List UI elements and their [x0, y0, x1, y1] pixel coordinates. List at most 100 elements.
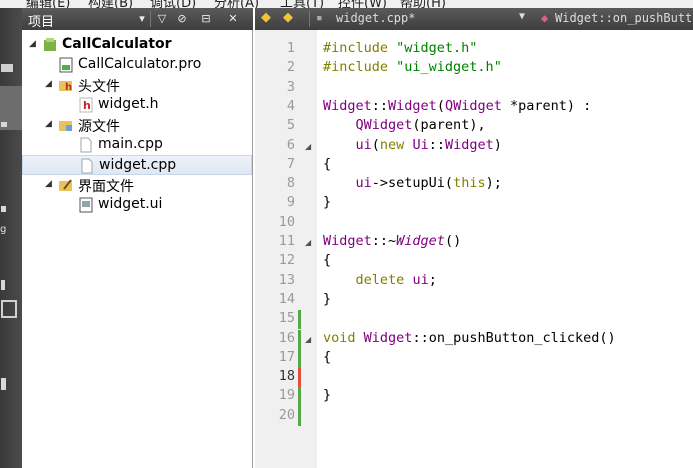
code-line[interactable]: delete ui; [323, 272, 437, 291]
source-folder-icon [58, 117, 74, 133]
line-number: 20 [278, 406, 295, 423]
mode-output[interactable] [0, 360, 22, 404]
project-panel: 项目 ▾ ▽ ⊘ ⊟ ✕ ◢ CallCalculator CallCalculat… [22, 8, 253, 468]
menu-item[interactable]: 构建(B) [88, 0, 133, 8]
tree-item[interactable]: CallCalculator.pro [22, 55, 252, 75]
code-line[interactable]: { [323, 252, 331, 271]
code-line[interactable]: QWidget(parent), [323, 117, 486, 136]
change-marker [298, 368, 301, 388]
line-number: 12 [278, 252, 295, 269]
code-token: ::on_pushButton_clicked() [412, 329, 616, 346]
line-number: 10 [278, 213, 295, 230]
code-line[interactable]: } [323, 291, 331, 310]
tree-item-label: widget.cpp [99, 157, 177, 173]
code-token: Widget [363, 329, 413, 346]
current-file-name: widget.cpp* [336, 11, 416, 25]
navigate-back-icon[interactable]: ◆ [261, 10, 271, 25]
code-line[interactable]: { [323, 156, 331, 175]
code-line[interactable]: ui->setupUi(this); [323, 175, 502, 194]
code-token: Ui [412, 136, 429, 153]
code-line[interactable]: Widget::~Widget() [323, 233, 461, 252]
code-token: Widget [396, 233, 445, 249]
close-panel-icon[interactable]: ✕ [226, 10, 240, 28]
split-icon[interactable]: ⊟ [197, 10, 215, 28]
line-number: 7 [286, 155, 295, 172]
code-token: #include [323, 59, 397, 76]
expand-arrow-icon[interactable]: ◢ [45, 119, 52, 129]
navigate-forward-icon[interactable]: ◆ [283, 10, 293, 25]
tree-item[interactable]: main.cpp [22, 135, 252, 155]
tree-item-label: 源文件 [78, 119, 120, 135]
header-folder-icon: h [58, 77, 74, 93]
mode-debug[interactable]: g [0, 218, 22, 262]
fold-arrow-icon[interactable]: ◢ [305, 335, 311, 344]
menu-item[interactable]: 帮助(H) [400, 0, 446, 8]
svg-text:h: h [65, 82, 72, 93]
link-editor-icon[interactable]: ⊘ [174, 10, 190, 28]
code-line[interactable]: { [323, 349, 331, 368]
project-icon [42, 37, 58, 53]
code-editor[interactable]: #include "widget.h" #include "ui_widget.h… [317, 30, 693, 468]
code-line[interactable]: } [323, 387, 331, 406]
tree-item[interactable]: widget.ui [22, 195, 252, 215]
expand-arrow-icon[interactable]: ◢ [45, 79, 52, 89]
tree-item[interactable]: ◢ 源文件 [22, 115, 252, 135]
code-token: { [323, 348, 332, 365]
open-documents-combo[interactable]: ▪ widget.cpp* ▼ [312, 11, 535, 27]
symbol-combo[interactable]: ◆ Widget::on_pushButton_clicked() [535, 11, 693, 27]
mode-help[interactable] [0, 298, 22, 342]
menu-edit[interactable]: 编辑(E) [26, 0, 70, 8]
filter-icon[interactable]: ▽ [154, 10, 170, 28]
method-icon: ◆ [541, 11, 549, 25]
project-panel-toolbar: 项目 ▾ ▽ ⊘ ⊟ ✕ [22, 8, 253, 30]
menu-item[interactable]: 工具(T) [280, 0, 324, 8]
code-token: ui [412, 271, 429, 288]
code-line[interactable]: #include "widget.h" [323, 40, 477, 59]
menu-item[interactable]: 控件(W) [338, 0, 387, 8]
code-line[interactable]: #include "ui_widget.h" [323, 59, 502, 78]
mode-welcome[interactable] [0, 42, 22, 86]
code-token: #include [323, 40, 397, 56]
line-number: 8 [286, 175, 295, 192]
tree-item[interactable]: ◢ h 头文件 [22, 75, 252, 95]
source-file-icon [79, 158, 95, 174]
code-token: QWidget [355, 117, 413, 134]
code-token: } [323, 290, 332, 307]
line-number: 19 [278, 387, 295, 404]
tree-item[interactable]: ◢ 界面文件 [22, 175, 252, 195]
mode-edit[interactable] [0, 86, 22, 130]
menu-item[interactable]: 调试(D) [150, 0, 196, 8]
line-number: 14 [278, 290, 295, 307]
expand-arrow-icon[interactable]: ◢ [45, 179, 52, 189]
code-line[interactable]: } [323, 194, 331, 213]
change-marker [298, 310, 301, 330]
line-number: 2 [286, 59, 295, 76]
tree-item[interactable]: widget.cpp [22, 155, 252, 175]
mode-design[interactable] [0, 172, 22, 216]
fold-arrow-icon[interactable]: ◢ [305, 142, 311, 151]
forms-folder-icon [58, 177, 74, 193]
line-number: 9 [286, 194, 295, 211]
tree-item[interactable]: ◢ CallCalculator [22, 35, 252, 55]
current-symbol: Widget::on_pushButton_clicked() [555, 11, 693, 25]
code-line[interactable]: void Widget::on_pushButton_clicked() [323, 330, 616, 349]
code-line[interactable]: ui(new Ui::Widget) [323, 137, 502, 156]
view-dropdown-icon[interactable]: ▾ [136, 10, 148, 28]
edit-mode-icon [1, 122, 7, 127]
line-number: 1 [286, 40, 295, 56]
menu-bar: 编辑(E) 构建(B) 调试(D) 分析(A) 工具(T) 控件(W) 帮助(H) [0, 0, 693, 8]
code-line[interactable]: Widget::Widget(QWidget *parent) : [323, 98, 591, 117]
tree-item-label: widget.ui [98, 196, 163, 212]
fold-arrow-icon[interactable]: ◢ [305, 238, 311, 247]
menu-item[interactable]: 分析(A) [214, 0, 259, 8]
ui-file-icon [78, 197, 94, 213]
expand-arrow-icon[interactable]: ◢ [29, 39, 36, 49]
tree-item-label: 界面文件 [78, 179, 134, 195]
tree-item[interactable]: h widget.h [22, 95, 252, 115]
file-icon: ▪ [316, 11, 323, 24]
line-number: 3 [286, 78, 295, 95]
